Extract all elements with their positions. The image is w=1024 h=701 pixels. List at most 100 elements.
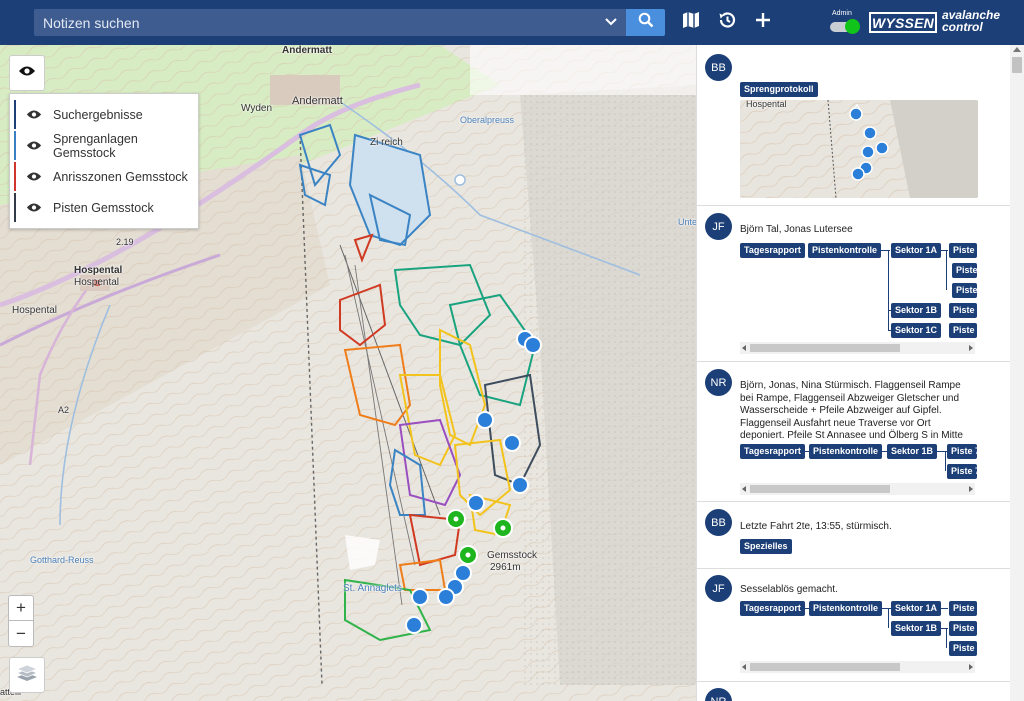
avatar: BB (705, 509, 732, 536)
layer-label: Suchergebnisse (53, 107, 143, 122)
place-label: Gemsstock (487, 550, 538, 561)
notes-feed[interactable]: BB Sprengprotokoll Hospental JF Björn Ta… (696, 45, 1024, 701)
horizontal-scrollbar[interactable] (740, 661, 975, 673)
vertical-scrollbar[interactable] (1010, 45, 1024, 701)
tag-badge[interactable]: Piste (952, 263, 977, 278)
tag-badge[interactable]: Piste (952, 283, 977, 298)
tag-badge[interactable]: Sprengprotokoll (740, 82, 818, 97)
tree-connector (946, 628, 947, 648)
feed-entry[interactable]: BB Letzte Fahrt 2te, 13:55, stürmisch. S… (697, 502, 1011, 569)
tag-badge[interactable]: Sektor 1C (891, 323, 942, 338)
tag-badge[interactable]: Spezielles (740, 539, 792, 554)
road-label: A2 (58, 405, 70, 415)
entry-text: Björn Tal, Jonas Lutersee (740, 224, 853, 235)
entry-text: Björn, Jonas, Nina Stürmisch. Flaggensei… (740, 380, 963, 441)
layer-panel: Suchergebnisse Sprenganlagen Gemsstock A… (9, 93, 199, 229)
tag-badge[interactable]: Sektor 1B (891, 621, 942, 636)
tag-badge[interactable]: Pistenkontrolle (809, 444, 883, 459)
zoom-in-button[interactable]: + (9, 596, 33, 621)
tag-badge[interactable]: Piste 7 (949, 323, 977, 338)
zoom-control: + − (8, 595, 34, 647)
tag-badge[interactable]: Piste 7 (949, 601, 977, 616)
tag-badge[interactable]: Tagesrapport (740, 444, 805, 459)
tag-badge[interactable]: Pistenkontrolle (809, 601, 883, 616)
search-input[interactable] (34, 9, 604, 36)
layer-label: Anrisszonen Gemsstock (53, 169, 188, 184)
layer-item-anrisszonen[interactable]: Anrisszonen Gemsstock (14, 162, 196, 191)
scroll-right-arrow-icon[interactable] (969, 345, 973, 351)
scroll-left-arrow-icon[interactable] (742, 664, 746, 670)
tag-badge[interactable]: Sektor 1A (891, 243, 942, 258)
scrollbar-thumb[interactable] (750, 485, 890, 493)
logo-text-line2: control (942, 20, 983, 34)
horizontal-scrollbar[interactable] (740, 342, 975, 354)
avatar: BB (705, 54, 732, 81)
feed-entry[interactable]: JF Sesselablös gemacht. Tagesrapport Pis… (697, 569, 1011, 682)
tag-badge[interactable]: Tagesrapport (740, 601, 805, 616)
layer-color-bar (14, 193, 16, 222)
layers-icon (15, 663, 39, 688)
layer-item-sprenganlagen[interactable]: Sprenganlagen Gemsstock (14, 131, 196, 160)
tag-badge[interactable]: Sektor 1B (891, 303, 942, 318)
place-label: 2961m (490, 562, 521, 573)
history-icon (717, 10, 737, 35)
eye-icon[interactable] (26, 109, 42, 121)
zoom-out-button[interactable]: − (9, 621, 33, 646)
tag-badge[interactable]: Piste 7 (949, 303, 977, 318)
horizontal-scrollbar[interactable] (740, 483, 975, 495)
history-button[interactable] (716, 11, 738, 33)
feed-entry[interactable]: BB Sprengprotokoll Hospental (697, 45, 1011, 206)
tag-badge[interactable]: Piste 7 (947, 464, 977, 479)
layer-toggle-button[interactable] (9, 55, 45, 91)
place-label: Hospental (12, 305, 58, 316)
tree-connector (941, 608, 948, 609)
thumbnail-label: Hospental (746, 100, 787, 109)
map-thumbnail[interactable]: Hospental (740, 100, 978, 198)
add-button[interactable] (752, 11, 774, 33)
tag-badge[interactable]: Piste (949, 243, 977, 258)
scroll-up-arrow-icon[interactable] (1013, 47, 1021, 52)
chevron-down-icon[interactable] (604, 15, 618, 29)
logo-mark: WYSSEN (869, 12, 937, 33)
tag-badge[interactable]: Pistenkontrolle (808, 243, 882, 258)
eye-icon[interactable] (26, 171, 42, 183)
scrollbar-thumb[interactable] (1012, 57, 1022, 73)
layer-item-pisten[interactable]: Pisten Gemsstock (14, 193, 196, 222)
eye-icon[interactable] (26, 140, 42, 152)
scroll-left-arrow-icon[interactable] (742, 345, 746, 351)
scroll-right-arrow-icon[interactable] (969, 486, 973, 492)
tree-connector (946, 250, 947, 290)
feed-entry[interactable]: NR Björn, Jonas, Nina Stürmisch. Flaggen… (697, 362, 1011, 502)
layer-color-bar (14, 100, 16, 129)
tag-badge[interactable]: Piste 7 (947, 444, 977, 459)
scrollbar-thumb[interactable] (750, 663, 900, 671)
tag-badge[interactable]: Tagesrapport (740, 243, 805, 258)
layer-item-suchergebnisse[interactable]: Suchergebnisse (14, 100, 196, 129)
admin-label: Admin (832, 10, 852, 17)
feed-entry[interactable]: NR (697, 682, 1011, 701)
basemap-layers-button[interactable] (9, 657, 45, 693)
feed-entry[interactable]: JF Björn Tal, Jonas Lutersee Tagesrappor… (697, 206, 1011, 362)
admin-toggle-knob[interactable] (845, 19, 860, 34)
tree-connector (945, 451, 946, 471)
place-label: St. Annaglets (343, 583, 402, 594)
scrollbar-thumb[interactable] (750, 344, 900, 352)
scroll-left-arrow-icon[interactable] (742, 486, 746, 492)
tag-badge[interactable]: Piste (949, 641, 977, 656)
top-bar: Admin WYSSEN avalanche control (0, 0, 1024, 45)
map-button[interactable] (680, 11, 702, 33)
layer-label: Pisten Gemsstock (53, 200, 154, 215)
tag-badge[interactable]: Piste (949, 621, 977, 636)
scroll-right-arrow-icon[interactable] (969, 664, 973, 670)
tag-badge[interactable]: Sektor 1B (887, 444, 938, 459)
avatar: JF (705, 575, 732, 602)
entry-text: Sesselablös gemacht. (740, 584, 838, 595)
tag-badge[interactable]: Sektor 1A (891, 601, 942, 616)
map-view[interactable]: Andermatt Andermatt Wyden Zi reich Hospe… (0, 45, 696, 701)
entry-text: Letzte Fahrt 2te, 13:55, stürmisch. (740, 521, 892, 532)
search-button[interactable] (626, 9, 665, 36)
eye-icon[interactable] (26, 202, 42, 214)
place-label: Hospental (74, 265, 123, 276)
road-label: 2.19 (116, 237, 134, 247)
tree-connector (888, 250, 889, 330)
